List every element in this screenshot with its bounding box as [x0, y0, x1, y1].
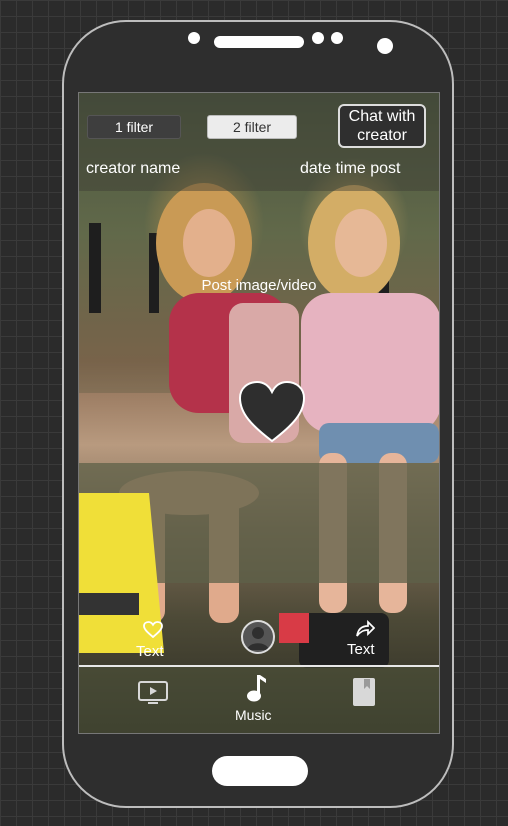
music-note-icon[interactable]: [245, 673, 267, 703]
post-media-label: Post image/video: [201, 277, 317, 294]
share-count-label: Text: [347, 641, 375, 658]
share-icon[interactable]: [355, 620, 375, 638]
creator-avatar[interactable]: [241, 620, 275, 654]
camera-dot-right-2: [331, 32, 343, 44]
bookmark-icon[interactable]: [352, 677, 376, 707]
creator-name[interactable]: creator name: [86, 160, 180, 178]
front-camera: [377, 38, 393, 54]
filter-1-button[interactable]: 1 filter: [87, 115, 181, 139]
camera-dot-right-1: [312, 32, 324, 44]
filter-2-button[interactable]: 2 filter: [207, 115, 297, 139]
speaker-grille: [214, 36, 304, 48]
like-count-label: Text: [136, 643, 164, 660]
phone-screen: 1 filter 2 filter Chat with creator crea…: [78, 92, 440, 734]
like-heart-icon[interactable]: [143, 621, 163, 639]
nav-music-label: Music: [235, 707, 272, 723]
bottom-nav: Music: [79, 667, 439, 733]
chat-label-line1: Chat with: [348, 108, 416, 125]
post-datetime: date time post: [300, 160, 401, 177]
chat-label-line2: creator: [357, 127, 407, 144]
user-icon: [247, 627, 269, 650]
heart-icon[interactable]: [239, 381, 305, 443]
video-icon[interactable]: [138, 681, 168, 705]
home-button[interactable]: [212, 756, 308, 786]
chat-with-creator-button[interactable]: Chat with creator: [338, 104, 426, 148]
camera-dot-left: [188, 32, 200, 44]
